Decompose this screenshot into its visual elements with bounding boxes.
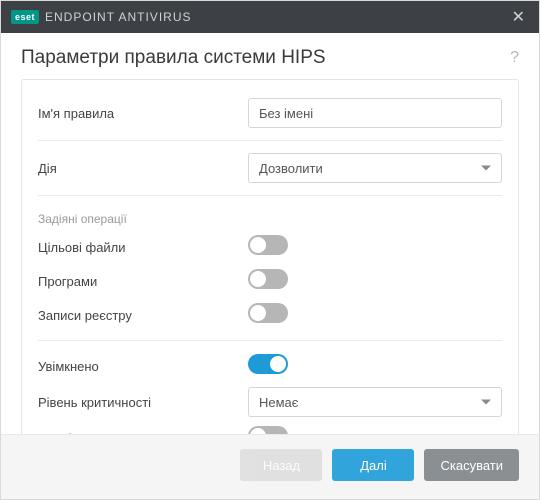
- operations-section-head: Задіяні операції: [38, 204, 502, 230]
- action-select-value: Дозволити: [259, 161, 323, 176]
- content: Ім'я правила Дія Дозволити Задіяні опера…: [1, 79, 539, 434]
- notify-user-toggle[interactable]: [248, 426, 288, 435]
- brand-name: ENDPOINT ANTIVIRUS: [45, 10, 191, 24]
- target-files-toggle[interactable]: [248, 235, 288, 255]
- severity-select-value: Немає: [259, 395, 298, 410]
- row-severity: Рівень критичності Немає: [38, 383, 502, 421]
- severity-label: Рівень критичності: [38, 395, 248, 410]
- titlebar: eset ENDPOINT ANTIVIRUS ✕: [1, 1, 539, 33]
- row-target-files: Цільові файли: [38, 230, 502, 264]
- next-button[interactable]: Далі: [332, 449, 414, 481]
- row-notify-user: Сповістити користувача: [38, 421, 502, 434]
- brand-logo: eset: [11, 10, 39, 24]
- action-label: Дія: [38, 161, 248, 176]
- page-header: Параметри правила системи HIPS ?: [1, 33, 539, 79]
- brand: eset ENDPOINT ANTIVIRUS: [11, 10, 191, 24]
- row-enabled: Увімкнено: [38, 349, 502, 383]
- close-icon[interactable]: ✕: [508, 7, 529, 27]
- programs-toggle[interactable]: [248, 269, 288, 289]
- row-action: Дія Дозволити: [38, 149, 502, 187]
- enabled-label: Увімкнено: [38, 359, 248, 374]
- footer: Назад Далі Скасувати: [1, 434, 539, 499]
- form-panel: Ім'я правила Дія Дозволити Задіяні опера…: [21, 79, 519, 434]
- row-programs: Програми: [38, 264, 502, 298]
- help-icon[interactable]: ?: [510, 49, 519, 67]
- rule-name-label: Ім'я правила: [38, 106, 248, 121]
- divider: [38, 140, 502, 141]
- rule-name-input[interactable]: [248, 98, 502, 128]
- target-files-label: Цільові файли: [38, 240, 248, 255]
- row-rule-name: Ім'я правила: [38, 94, 502, 132]
- cancel-button[interactable]: Скасувати: [424, 449, 519, 481]
- divider: [38, 340, 502, 341]
- page-title: Параметри правила системи HIPS: [21, 47, 510, 69]
- severity-select[interactable]: Немає: [248, 387, 502, 417]
- programs-label: Програми: [38, 274, 248, 289]
- app-window: eset ENDPOINT ANTIVIRUS ✕ Параметри прав…: [0, 0, 540, 500]
- back-button[interactable]: Назад: [240, 449, 322, 481]
- registry-label: Записи реєстру: [38, 308, 248, 323]
- action-select[interactable]: Дозволити: [248, 153, 502, 183]
- registry-toggle[interactable]: [248, 303, 288, 323]
- enabled-toggle[interactable]: [248, 354, 288, 374]
- row-registry: Записи реєстру: [38, 298, 502, 332]
- divider: [38, 195, 502, 196]
